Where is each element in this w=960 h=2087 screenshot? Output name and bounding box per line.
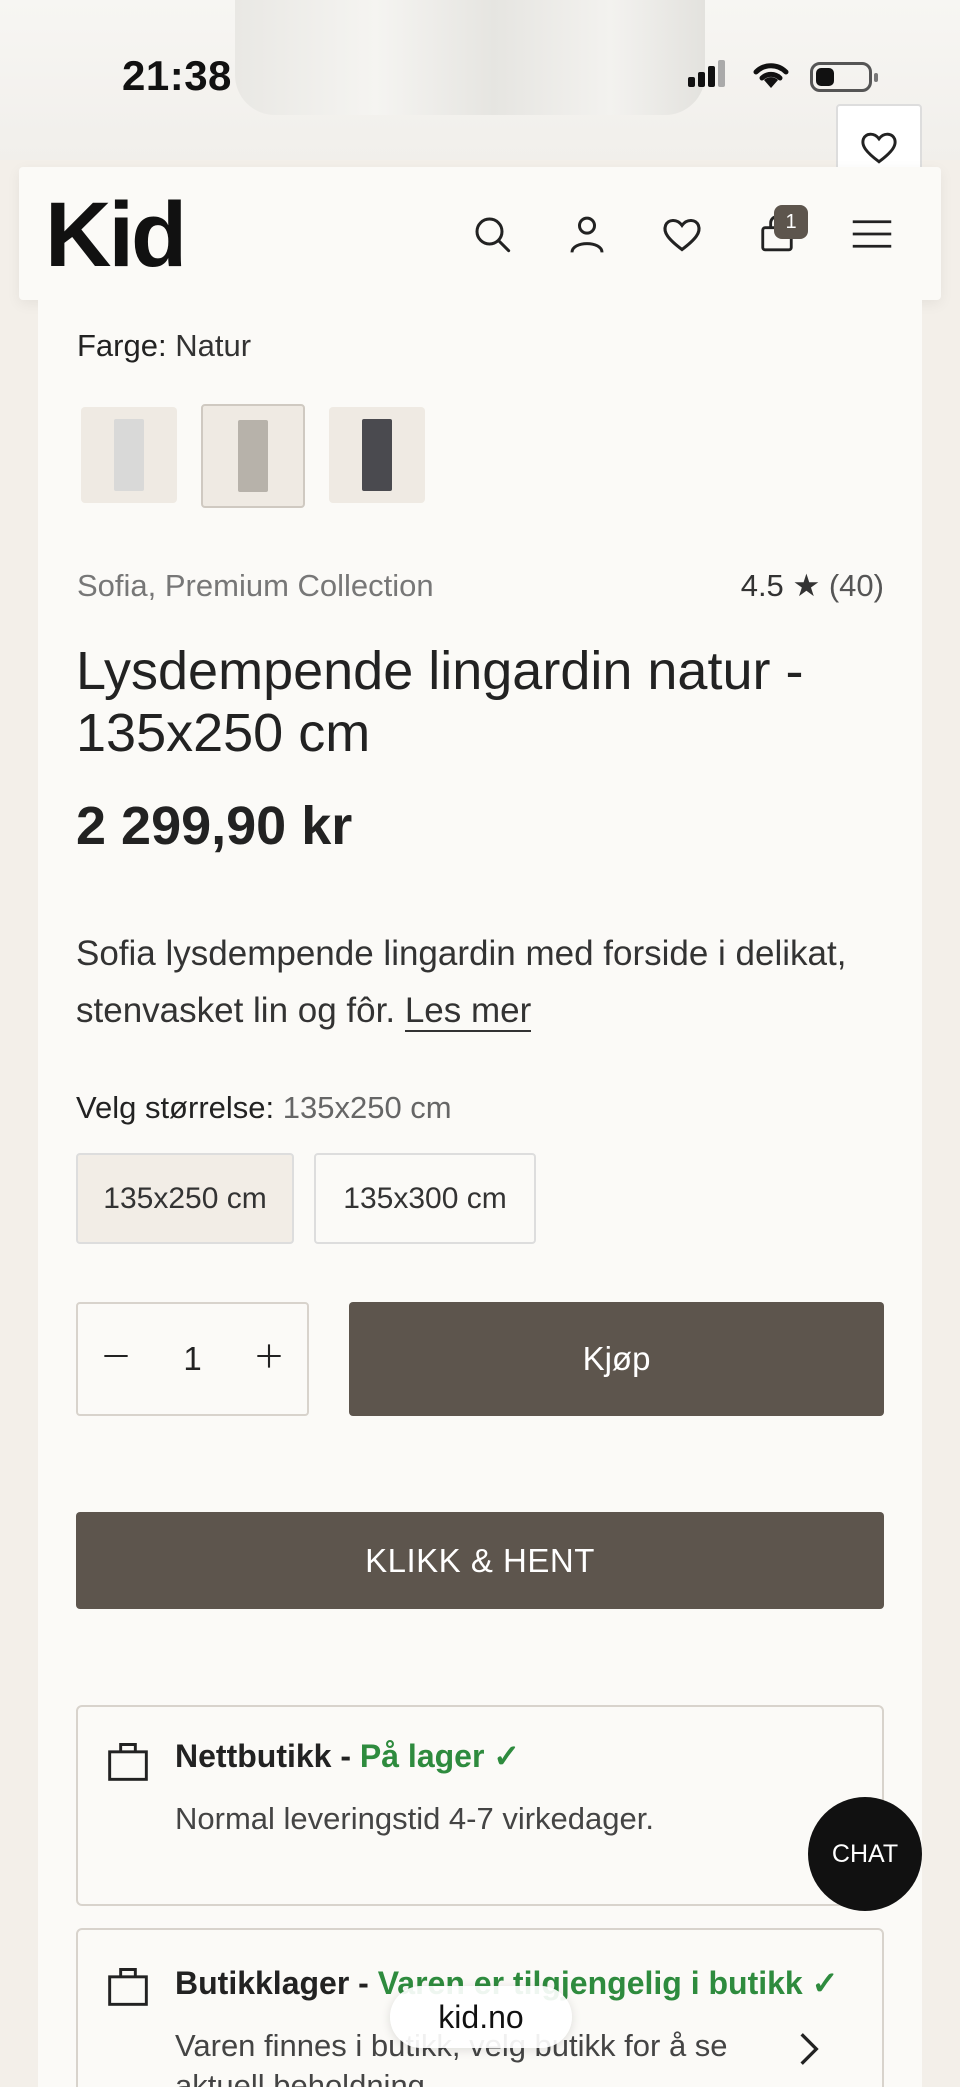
wifi-icon — [750, 58, 792, 95]
review-count: (40) — [828, 568, 884, 603]
buy-button[interactable]: Kjøp — [349, 1302, 884, 1416]
heart-icon[interactable] — [657, 209, 707, 259]
swatch-natur[interactable] — [201, 404, 305, 508]
size-option-135x300[interactable]: 135x300 cm — [314, 1153, 536, 1244]
cart-button[interactable]: 1 — [752, 205, 808, 259]
color-label: Farge: Natur — [77, 328, 252, 363]
plus-icon[interactable] — [255, 1340, 283, 1378]
curtain-thumbnail — [238, 420, 268, 492]
user-icon[interactable] — [562, 209, 612, 259]
stock-online-title: Nettbutikk - På lager ✓ — [175, 1738, 521, 1774]
size-option-135x250[interactable]: 135x250 cm — [76, 1153, 294, 1244]
heart-icon — [861, 132, 897, 164]
stock-status: På lager ✓ — [359, 1738, 521, 1774]
signal-icon — [688, 60, 728, 87]
site-header: Kid 1 — [19, 167, 941, 300]
menu-icon[interactable] — [847, 209, 897, 259]
read-more-link[interactable]: Les mer — [404, 991, 532, 1032]
product-description: Sofia lysdempende lingardin med forside … — [76, 925, 896, 1039]
product-price: 2 299,90 kr — [76, 796, 353, 856]
chat-button[interactable]: CHAT — [808, 1797, 922, 1911]
chevron-right-icon — [800, 2033, 819, 2065]
swatch-dark-grey[interactable] — [329, 407, 425, 503]
star-icon: ★ — [792, 568, 821, 603]
bag-icon — [108, 1743, 148, 1781]
rating-value: 4.5 — [740, 568, 784, 603]
status-bar: 21:38 — [0, 0, 960, 160]
click-and-collect-button[interactable]: KLIKK & HENT — [76, 1512, 884, 1609]
size-label: Velg størrelse: 135x250 cm — [76, 1090, 452, 1125]
stock-online-text: Normal leveringstid 4-7 virkedager. — [175, 1801, 654, 1836]
swatch-white[interactable] — [81, 407, 177, 503]
product-image-top — [235, 0, 705, 115]
quantity-value[interactable]: 1 — [183, 1340, 201, 1378]
rating[interactable]: 4.5 ★ (40) — [741, 568, 884, 604]
product-details: Farge: Natur Sofia, Premium Collection 4… — [38, 300, 922, 2087]
stock-online-card: Nettbutikk - På lager ✓ Normal leverings… — [76, 1705, 884, 1906]
color-value: Natur — [175, 328, 252, 363]
curtain-thumbnail — [362, 419, 392, 491]
brand-name[interactable]: Sofia, Premium Collection — [77, 568, 434, 604]
browser-url-bar[interactable]: kid.no — [390, 1986, 572, 2048]
status-time: 21:38 — [122, 52, 232, 99]
quantity-stepper: 1 — [76, 1302, 309, 1416]
product-title: Lysdempende lingardin natur - 135x250 cm — [76, 641, 804, 763]
selected-size: 135x250 cm — [282, 1090, 452, 1125]
minus-icon[interactable] — [102, 1340, 130, 1378]
curtain-thumbnail — [114, 419, 144, 491]
battery-icon — [810, 62, 878, 92]
logo[interactable]: Kid — [45, 185, 187, 285]
cart-count-badge: 1 — [774, 205, 808, 239]
search-icon[interactable] — [467, 209, 517, 259]
bag-icon — [108, 1968, 148, 2006]
